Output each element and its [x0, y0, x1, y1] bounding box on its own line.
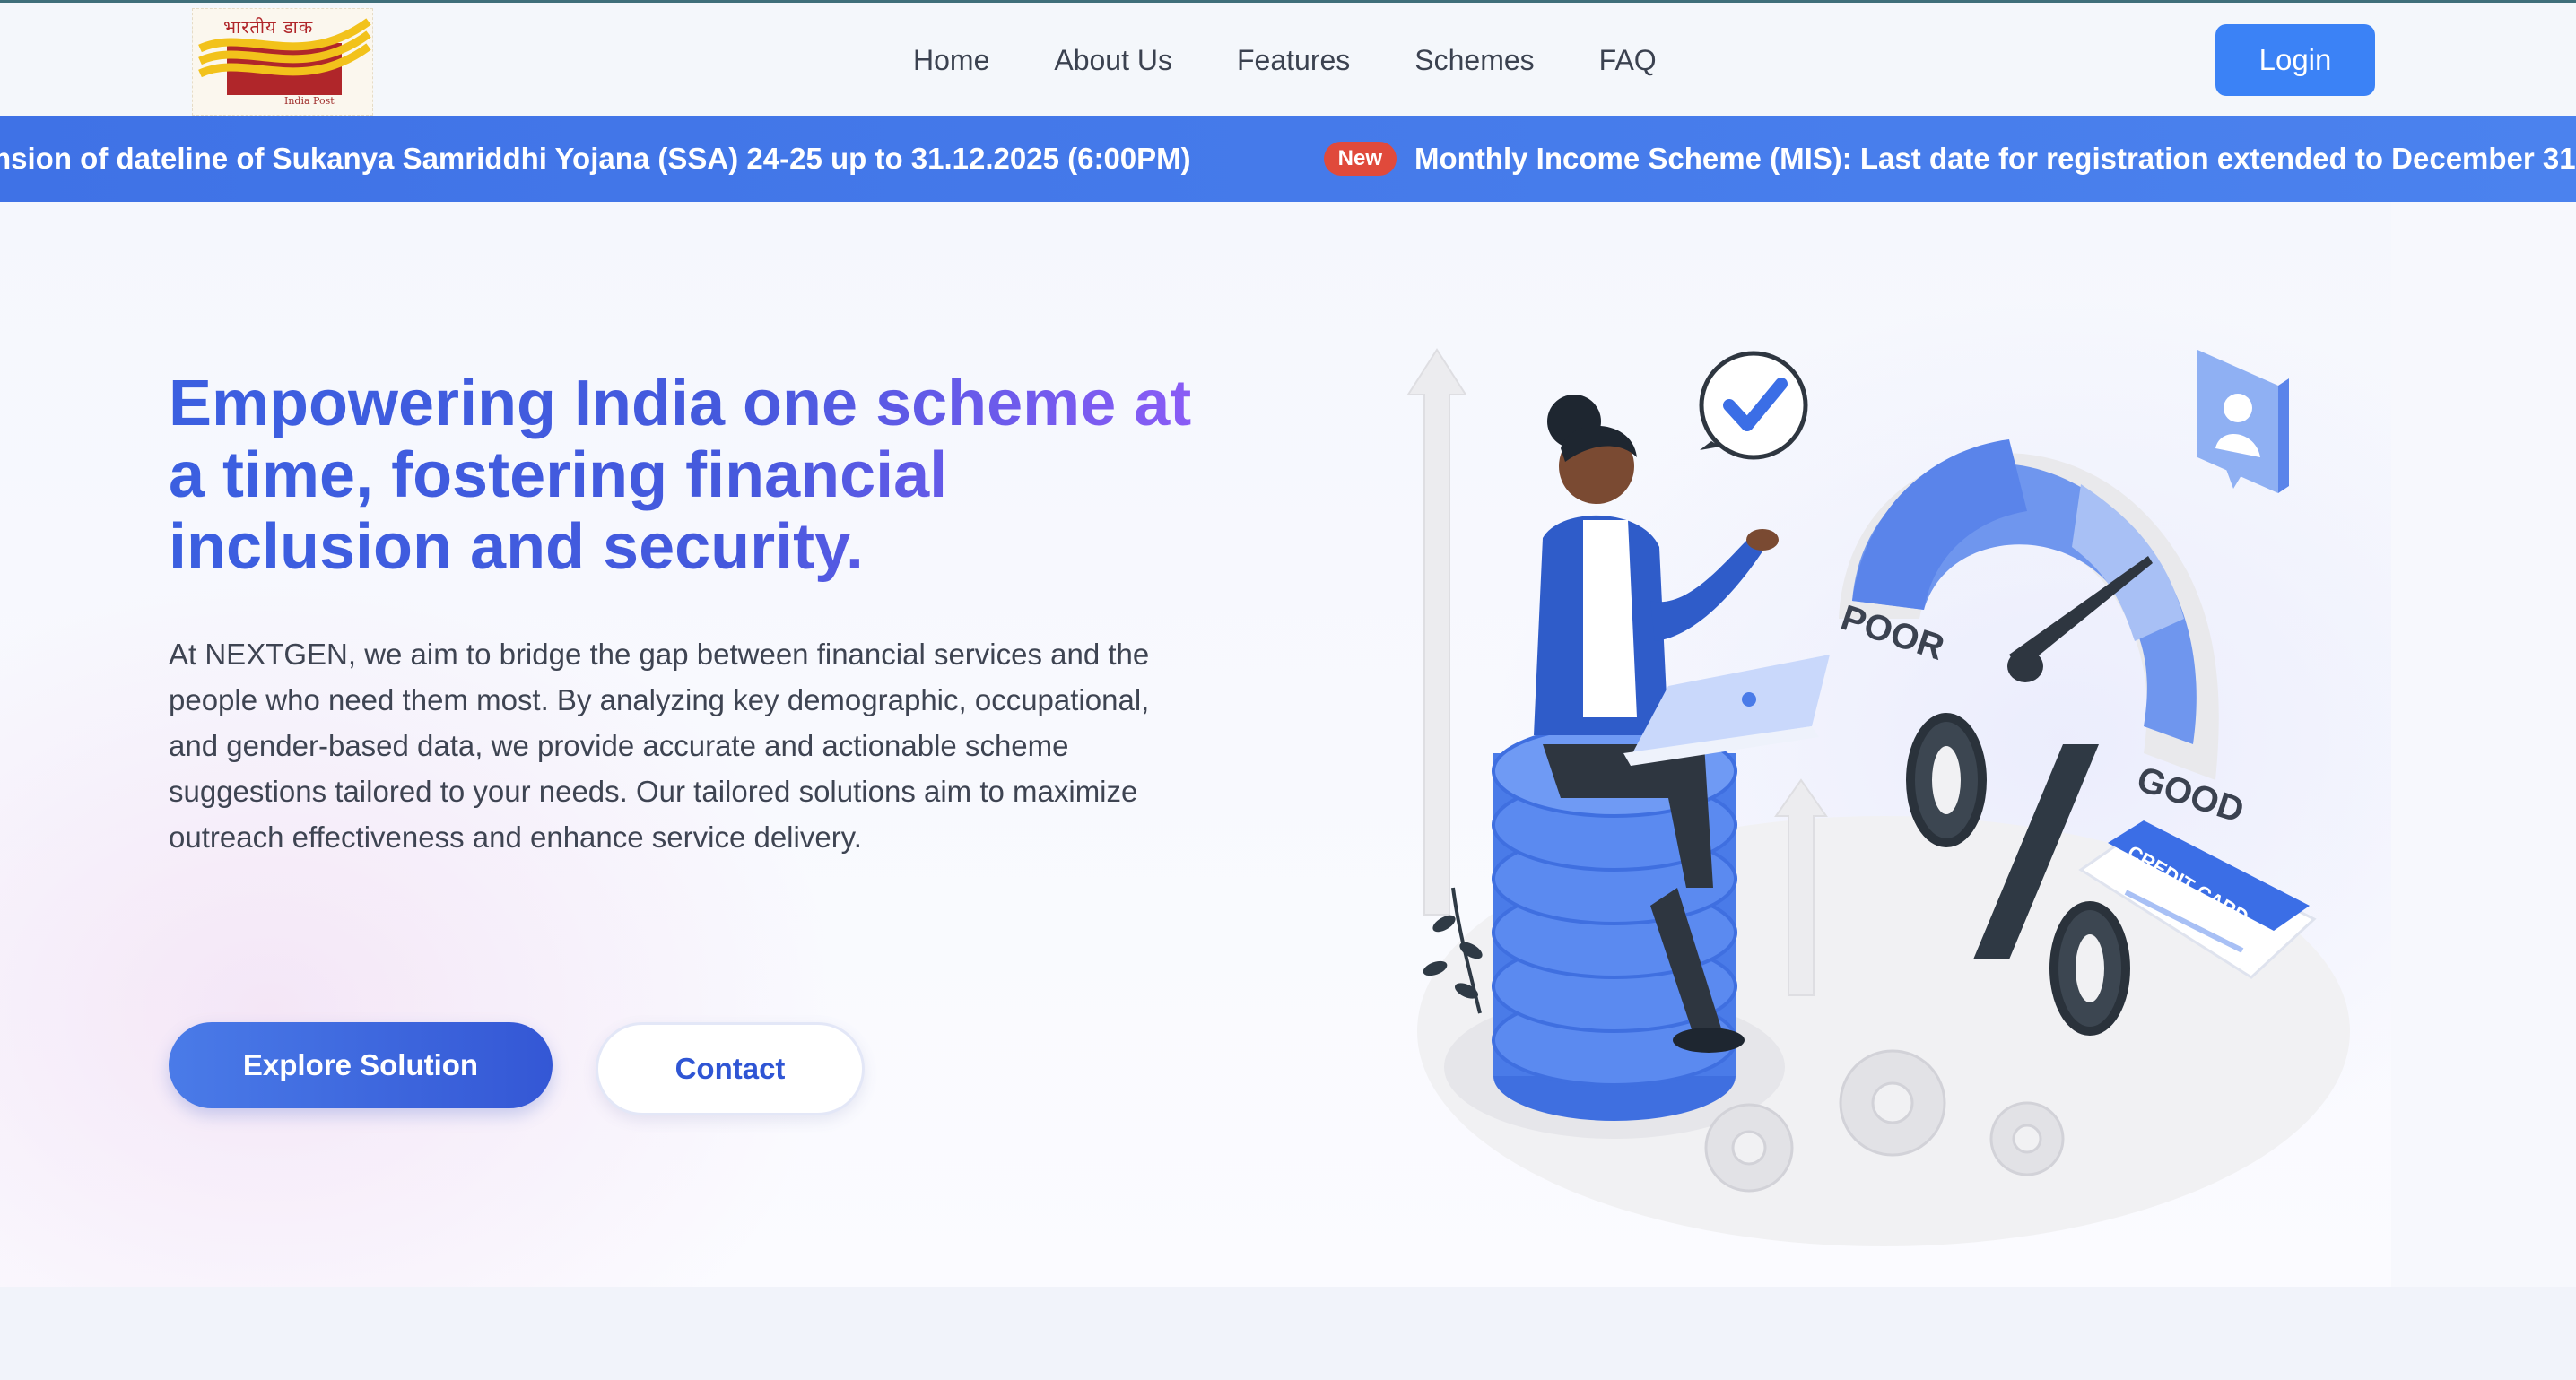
finance-illustration: POOR GOOD % CREDIT CARD	[1381, 332, 2350, 1246]
main-nav: Home About Us Features Schemes FAQ	[913, 42, 1721, 78]
nav-about-us[interactable]: About Us	[1054, 42, 1172, 78]
ticker-item[interactable]: nsion of dateline of Sukanya Samriddhi Y…	[0, 142, 1191, 176]
user-profile-icon	[2197, 350, 2289, 493]
next-section-strip	[0, 1287, 2576, 1380]
logo-english-text: India Post	[284, 95, 335, 107]
contact-button[interactable]: Contact	[596, 1022, 865, 1115]
nav-faq[interactable]: FAQ	[1599, 42, 1657, 78]
explore-solution-button[interactable]: Explore Solution	[169, 1022, 553, 1108]
up-arrow-icon	[1406, 348, 1467, 916]
logo-hindi-text: भारतीय डाक	[223, 16, 314, 38]
nav-features[interactable]: Features	[1237, 42, 1350, 78]
checkmark-bubble-icon	[1699, 351, 1808, 460]
hero-description: At NEXTGEN, we aim to bridge the gap bet…	[169, 638, 1150, 854]
hero-side-panel	[2391, 202, 2576, 1287]
india-post-logo[interactable]: भारतीय डाक India Post	[192, 8, 373, 116]
news-ticker: nsion of dateline of Sukanya Samriddhi Y…	[0, 116, 2576, 202]
percent-text: %	[1381, 332, 1382, 333]
login-button[interactable]: Login	[2215, 24, 2375, 96]
hero-title: Empowering India one scheme at a time, f…	[169, 368, 1200, 583]
credit-score-gauge-icon: POOR GOOD	[1836, 439, 2249, 830]
ticker-item[interactable]: Monthly Income Scheme (MIS): Last date f…	[1414, 142, 2576, 176]
site-header: भारतीय डाक India Post Home About Us Feat…	[0, 3, 2576, 116]
new-badge: New	[1323, 142, 1397, 176]
nav-schemes[interactable]: Schemes	[1414, 42, 1534, 78]
ticker-track: nsion of dateline of Sukanya Samriddhi Y…	[0, 116, 2576, 202]
nav-home[interactable]: Home	[913, 42, 989, 78]
